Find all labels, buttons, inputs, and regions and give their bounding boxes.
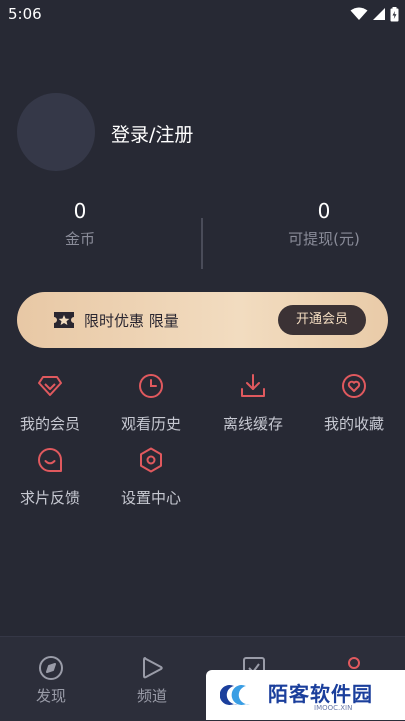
- withdrawable-value: 0: [317, 199, 331, 223]
- status-time: 5:06: [8, 5, 42, 23]
- withdrawable-stat[interactable]: 0 可提现(元): [254, 200, 394, 249]
- coins-label: 金币: [64, 230, 95, 248]
- compass-icon: [39, 656, 63, 680]
- coins-value: 0: [73, 199, 87, 223]
- vip-banner[interactable]: 限时优惠 限量 开通会员: [17, 292, 388, 348]
- login-register-link[interactable]: 登录/注册: [111, 120, 193, 147]
- menu-settings[interactable]: 设置中心: [101, 446, 201, 508]
- status-bar: 5:06: [0, 0, 405, 28]
- clock-icon: [139, 374, 163, 398]
- menu-my-favorites[interactable]: 我的收藏: [304, 372, 404, 434]
- coins-stat[interactable]: 0 金币: [10, 200, 150, 249]
- nav-discover[interactable]: 发现: [21, 655, 81, 706]
- feedback-icon: [38, 448, 62, 472]
- ticket-icon: [54, 312, 74, 328]
- withdrawable-label: 可提现(元): [288, 230, 360, 248]
- watermark-subtitle: IMOOC.XIN: [314, 704, 353, 712]
- stats-divider: [201, 218, 203, 269]
- menu-offline-cache[interactable]: 离线缓存: [203, 372, 303, 434]
- battery-icon: [390, 6, 399, 21]
- nav-label: 发现: [35, 687, 66, 705]
- gem-icon: [38, 376, 62, 396]
- signal-icon: [373, 8, 385, 20]
- menu-label: 我的会员: [19, 415, 80, 433]
- menu-watch-history[interactable]: 观看历史: [101, 372, 201, 434]
- play-icon: [143, 657, 163, 679]
- watermark-title: 陌客软件园: [268, 682, 373, 706]
- menu-label: 离线缓存: [222, 415, 283, 433]
- nav-label: 频道: [136, 687, 167, 705]
- wifi-icon: [350, 7, 368, 20]
- avatar[interactable]: [17, 93, 95, 171]
- nav-channels[interactable]: 频道: [122, 655, 182, 706]
- vip-promo-text: 限时优惠 限量: [84, 312, 179, 330]
- download-icon: [241, 374, 265, 397]
- menu-label: 求片反馈: [19, 489, 80, 507]
- menu-label: 我的收藏: [323, 415, 384, 433]
- menu-label: 设置中心: [120, 489, 181, 507]
- settings-icon: [140, 447, 162, 473]
- menu-my-vip[interactable]: 我的会员: [0, 372, 100, 434]
- menu-request-feedback[interactable]: 求片反馈: [0, 446, 100, 508]
- open-vip-button[interactable]: 开通会员: [278, 305, 366, 335]
- watermark: 陌客软件园 IMOOC.XIN: [206, 670, 405, 720]
- heart-icon: [342, 374, 366, 398]
- watermark-logo-icon: [220, 685, 250, 705]
- menu-label: 观看历史: [120, 415, 181, 433]
